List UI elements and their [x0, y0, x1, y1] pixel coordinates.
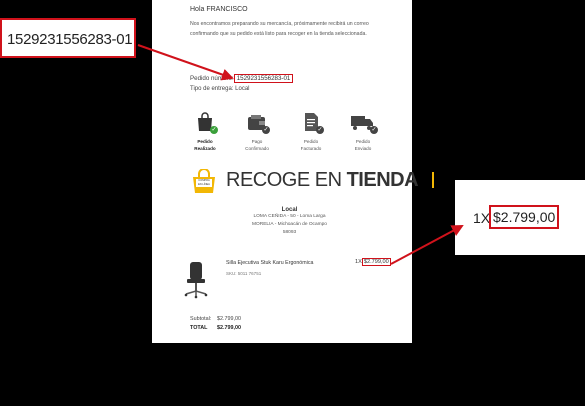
pickup-banner: COMPRA EN LÍNEA RECOGE EN TIENDA [190, 168, 434, 196]
price-callout-qty: 1X [473, 210, 491, 226]
banner-text: RECOGE EN TIENDA [226, 169, 419, 192]
step-label-4b: Enviado [354, 146, 372, 151]
bag-check-icon: ✓ [195, 112, 218, 134]
bag-line1: COMPRA [198, 179, 210, 182]
step-label-3b: Facturado [300, 146, 322, 151]
product-qty: 1X [355, 259, 362, 265]
email-body: Hola FRANCISCO Nos encontramos preparand… [152, 0, 434, 343]
document-check-icon: ✓ [301, 112, 324, 134]
wallet-check-icon: ✓ [247, 112, 270, 134]
product-name: Silla Ejecutiva Stuk Karu Ergonómica [226, 260, 314, 266]
shopping-bag-icon: COMPRA EN LÍNEA [190, 168, 218, 193]
step-pedido-enviado: ✓ Pedido Enviado [342, 112, 384, 152]
step-label-1b: Realizado [194, 146, 216, 151]
order-number: 1529231556283-01 [233, 74, 294, 83]
store-zip: 58093 [282, 230, 297, 235]
order-label: Pedido número: [190, 75, 234, 82]
store-info: Local LOMA CEÑIDA - 50 - Loma Larga MORE… [232, 207, 347, 237]
subtotal-label: Subtotal: [190, 316, 212, 322]
step-label-2b: Confirmado [245, 146, 269, 151]
banner-accent-bar [432, 172, 434, 188]
order-number-callout-text: 1529231556283-01 [7, 31, 133, 48]
product-image [182, 260, 210, 300]
step-pedido-facturado: ✓ Pedido Facturado [290, 112, 332, 152]
order-number-line: Pedido número: 1529231556283-01 [190, 74, 294, 83]
step-pedido-realizado: ✓ Pedido Realizado [184, 112, 226, 152]
order-number-callout: 1529231556283-01 [0, 18, 136, 58]
step-label-1: Pedido [197, 139, 213, 144]
greeting: Hola FRANCISCO [190, 6, 248, 13]
total-value: $2.799,00 [217, 325, 241, 331]
step-label-3: Pedido [303, 139, 319, 144]
product-sku: SKU: 5011 76751 [226, 271, 262, 276]
price-callout: 1X $2.799,00 [455, 180, 585, 255]
delivery-type: Tipo de entrega: Local [190, 86, 250, 92]
product-price-line: 1X $2.799,00 [355, 258, 391, 266]
banner-text-light: RECOGE EN [226, 169, 342, 191]
subtotal-value: $2.799,00 [217, 316, 241, 322]
step-label-4: Pedido [355, 139, 371, 144]
intro-text: Nos encontramos preparando su mercancía,… [190, 21, 369, 37]
product-price: $2.799,00 [361, 258, 391, 266]
step-pago-confirmado: ✓ Pago Confirmado [236, 112, 278, 152]
total-label: TOTAL [190, 325, 208, 331]
bag-line2: EN LÍNEA [198, 183, 210, 186]
price-callout-amount: $2.799,00 [489, 205, 560, 229]
step-label-2: Pago [251, 139, 263, 144]
order-totals: Subtotal: $2.799,00 TOTAL $2.799,00 [190, 315, 241, 333]
store-address-2: MORELIA - Michoacán de Ocampo [252, 222, 327, 227]
truck-check-icon: ✓ [351, 112, 378, 134]
order-progress: ✓ Pedido Realizado ✓ Pago Confirmado ✓ Ped… [184, 112, 384, 162]
store-address-1: LOMA CEÑIDA - 50 - Loma Larga [253, 214, 326, 219]
banner-text-bold: TIENDA [346, 169, 419, 191]
